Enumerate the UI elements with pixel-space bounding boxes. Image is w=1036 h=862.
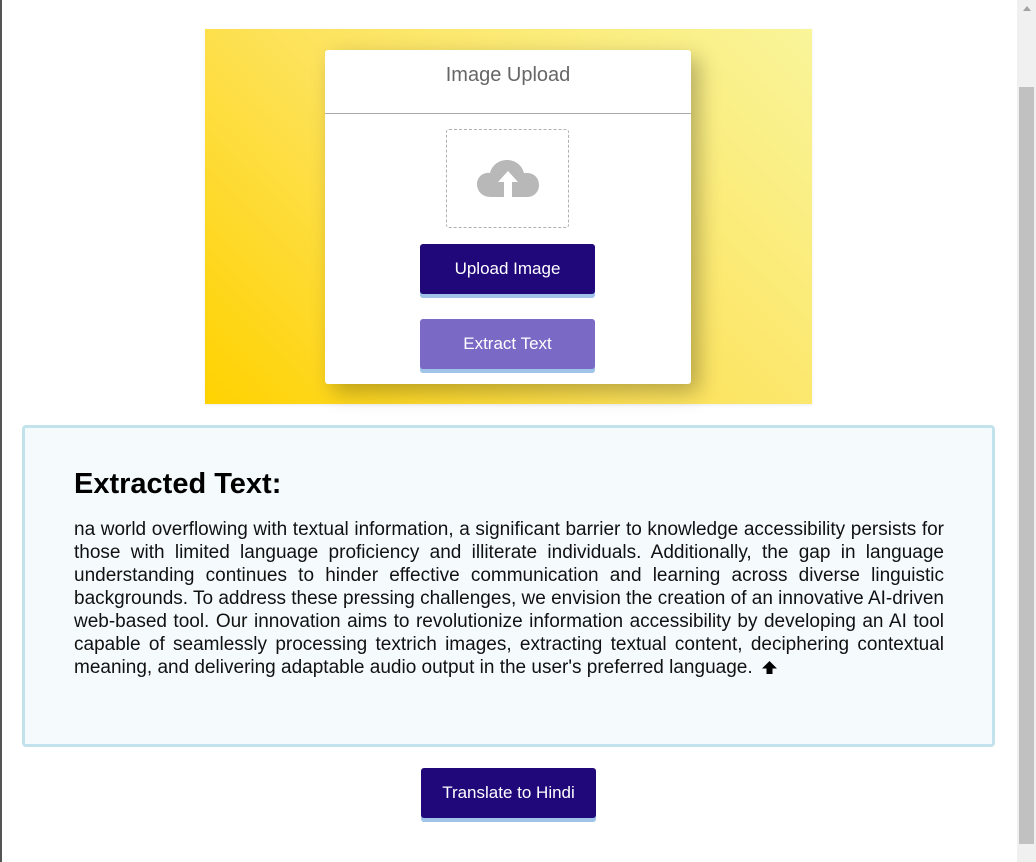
extracted-text-title: Extracted Text: (74, 468, 282, 500)
extract-text-button[interactable]: Extract Text (420, 319, 595, 369)
arrow-up-icon (761, 658, 778, 681)
extracted-text-panel: Extracted Text: na world overflowing wit… (22, 425, 995, 747)
scroll-up-arrow-icon[interactable] (1017, 0, 1036, 17)
upload-image-button[interactable]: Upload Image (420, 244, 595, 294)
upload-card-title: Image Upload (325, 50, 691, 114)
upload-card: Image Upload Upload Image Extract Text (325, 50, 691, 384)
translate-to-hindi-button[interactable]: Translate to Hindi (421, 768, 596, 818)
image-dropzone[interactable] (446, 129, 569, 228)
vertical-scrollbar[interactable] (1017, 0, 1036, 862)
cloud-upload-icon (476, 159, 539, 197)
extracted-text-body: na world overflowing with textual inform… (74, 518, 944, 681)
scrollbar-thumb[interactable] (1019, 87, 1034, 844)
extracted-text-content: na world overflowing with textual inform… (74, 519, 944, 678)
page: Image Upload Upload Image Extract Text E… (0, 0, 1036, 862)
window-edge (0, 0, 2, 862)
